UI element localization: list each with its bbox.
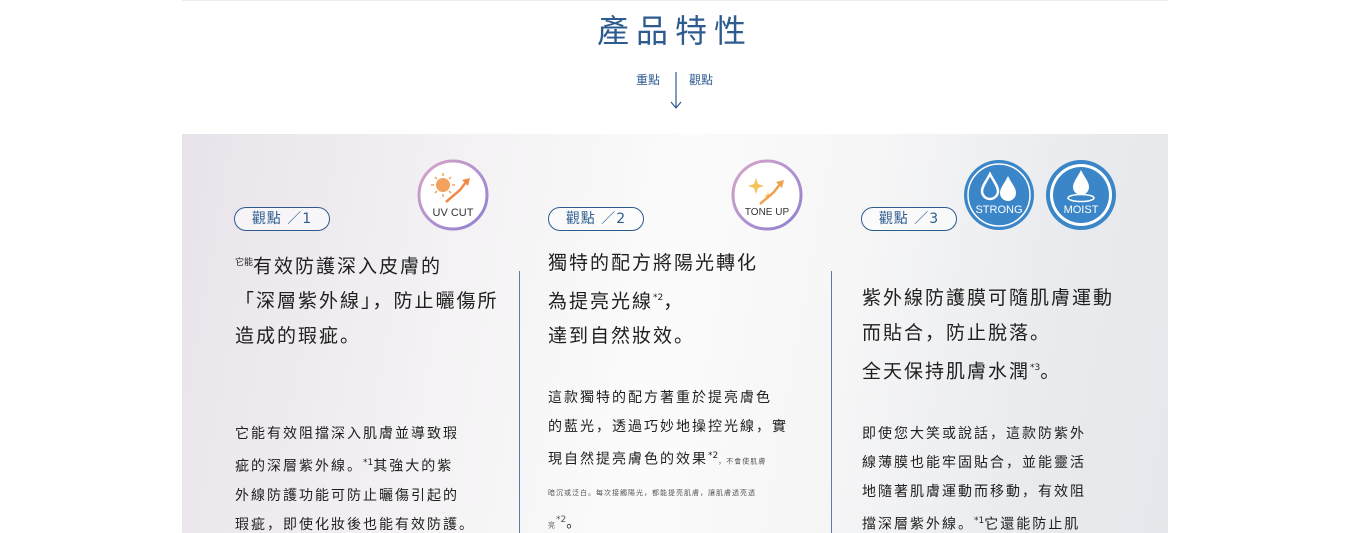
body-line: 它還能防止肌 — [984, 516, 1081, 533]
focus-label-right: 觀點 — [689, 73, 714, 87]
column-divider-1 — [519, 271, 520, 533]
strong-icon — [964, 160, 1034, 230]
footnote-ref: *3 — [1030, 363, 1041, 373]
moist-label: MOIST — [1063, 204, 1099, 216]
feature-pill-3: 觀點 ／3 — [861, 207, 957, 231]
body-line: 瑕疵，即使化妝後也能有效防護。 — [235, 516, 475, 533]
footnote-ref: *2 — [653, 293, 664, 303]
footnote-ref: *1 — [974, 516, 985, 526]
fine-text: 暗沉或泛白。每次接觸陽光，都能提亮肌膚，讓肌膚透亮透 — [548, 488, 756, 497]
body-line: 疵的深層紫外線。 — [235, 458, 363, 475]
feature-body-2: 這款獨特的配方著重於提亮膚色 的藍光，透過巧妙地操控光線，實 現自然提亮膚色的效… — [548, 384, 828, 533]
strong-label: STRONG — [975, 204, 1023, 216]
heading-line: 有效防護深入皮膚的 — [253, 255, 443, 278]
feature-heading-1: 它能有效防護深入皮膚的 「深層紫外線」，防止曬傷所 造成的瑕疵。 — [235, 246, 505, 354]
top-divider-line — [182, 0, 1168, 1]
fine-end: 。 — [566, 515, 583, 532]
body-line: 地隨著肌膚運動而移動，有效阻 — [862, 484, 1086, 500]
body-line: 其強大的紫 — [373, 458, 454, 475]
page-title: 產品特性 — [596, 12, 753, 50]
feature-heading-2: 獨特的配方將陽光轉化 為提亮光線*2， 達到自然妝效。 — [548, 246, 838, 354]
heading-line: ， — [663, 290, 685, 313]
fine-text: 亮 — [548, 521, 556, 530]
tone-up-label: TONE UP — [744, 207, 790, 218]
heading-line: 紫外線防護膜可隨肌膚運動 — [862, 287, 1115, 309]
heading-line: 。 — [1040, 360, 1062, 383]
footnote-ref: *2 — [556, 514, 567, 525]
strong-badge: STRONG — [962, 158, 1036, 232]
heading-prefix: 它能 — [235, 258, 254, 268]
body-line: 它能有效阻擋深入肌膚並導致瑕 — [235, 426, 459, 442]
body-line: 即使您大笑或說話，這款防紫外 — [862, 426, 1086, 442]
heading-line: 獨特的配方將陽光轉化 — [548, 252, 759, 274]
features-panel: 觀點 ／1 UV CUT 它能有效防護深入皮膚的 「深層紫外線」，防止曬傷所 造… — [182, 134, 1168, 533]
body-line: 外線防護功能可防止曬傷引起的 — [235, 487, 459, 504]
body-line: 的藍光，透過巧妙地操控光線，實 — [548, 419, 788, 435]
heading-line: 而貼合，防止脫落。 — [862, 322, 1052, 344]
uv-cut-label: UV CUT — [432, 207, 474, 219]
body-line: 這款獨特的配方著重於提亮膚色 — [548, 390, 772, 406]
moist-icon — [1046, 160, 1116, 230]
heading-line: 「深層紫外線」，防止曬傷所 — [235, 290, 499, 313]
tone-up-icon — [731, 159, 803, 231]
heading-line: 為提亮光線 — [548, 290, 654, 313]
column-divider-2 — [831, 271, 832, 533]
fine-text: ，不會使肌膚 — [718, 457, 767, 466]
feature-body-1: 它能有效阻擋深入肌膚並導致瑕 疵的深層紫外線。*1其強大的紫 外線防護功能可防止… — [235, 420, 505, 533]
footnote-ref: *2 — [708, 451, 719, 461]
uv-cut-icon — [417, 159, 489, 231]
heading-line: 達到自然妝效。 — [548, 325, 696, 348]
uv-cut-badge: UV CUT — [416, 158, 490, 232]
heading-line: 全天保持肌膚水潤 — [862, 360, 1031, 383]
moist-badge: MOIST — [1044, 158, 1118, 232]
body-line: 線薄膜也能牢固貼合，並能靈活 — [862, 455, 1086, 471]
down-arrow-icon — [670, 72, 682, 109]
tone-up-badge: TONE UP — [730, 158, 804, 232]
body-line: 現自然提亮膚色的效果 — [548, 451, 708, 468]
feature-pill-1: 觀點 ／1 — [234, 207, 330, 231]
footnote-ref: *1 — [363, 458, 374, 468]
focus-label-left: 重點 — [636, 73, 661, 87]
feature-body-3: 即使您大笑或說話，這款防紫外 線薄膜也能牢固貼合，並能靈活 地隨著肌膚運動而移動… — [862, 420, 1142, 533]
feature-heading-3: 紫外線防護膜可隨肌膚運動 而貼合，防止脫落。 全天保持肌膚水潤*3。 — [862, 281, 1142, 389]
heading-line: 造成的瑕疵。 — [235, 325, 362, 348]
feature-pill-2: 觀點 ／2 — [548, 207, 644, 231]
body-line: 擋深層紫外線。 — [862, 516, 974, 533]
